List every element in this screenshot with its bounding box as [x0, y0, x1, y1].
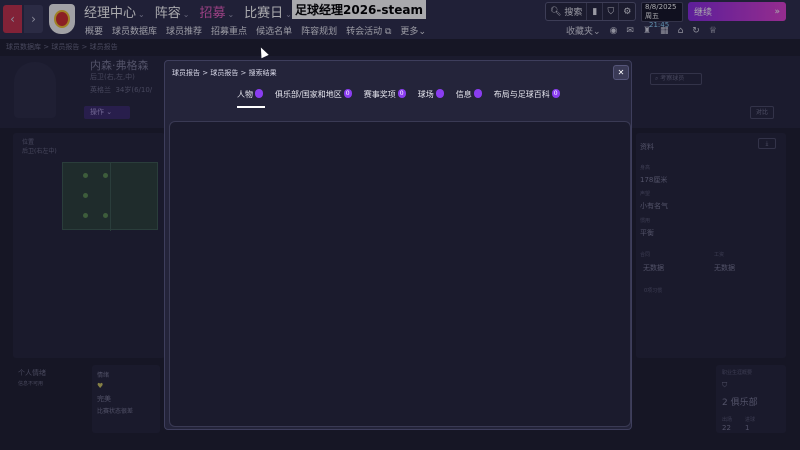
search-results-modal: 球员报告 > 球员报告 > 搜索结果 ✕ 人物 俱乐部/国家和地区 0 赛事奖项 0…: [164, 60, 632, 430]
close-button[interactable]: ✕: [613, 65, 629, 80]
tab-count-badge: 0: [397, 89, 406, 98]
tab-count-badge: 0: [551, 89, 560, 98]
close-icon: ✕: [617, 68, 625, 77]
tab-info[interactable]: 信息: [456, 89, 482, 105]
app-root: ‹ › 经理中心⌄ 阵容⌄ 招募⌄ 比赛日⌄ 俱 足球经理2026-steam …: [0, 0, 800, 450]
tab-count-badge: [473, 89, 482, 98]
tab-count-badge: [435, 89, 444, 98]
tab-count-badge: [255, 89, 263, 98]
results-tabs: 人物 俱乐部/国家和地区 0 赛事奖项 0 球场 信息 布局与足球百科 0: [237, 89, 572, 108]
tab-competitions[interactable]: 赛事奖项 0: [364, 89, 406, 105]
tab-people[interactable]: 人物: [237, 89, 265, 108]
results-list[interactable]: [169, 121, 631, 427]
modal-breadcrumb: 球员报告 > 球员报告 > 搜索结果: [172, 69, 277, 77]
tab-layout-wiki[interactable]: 布局与足球百科 0: [494, 89, 560, 105]
tab-clubs-nations[interactable]: 俱乐部/国家和地区 0: [275, 89, 352, 105]
tab-stadiums[interactable]: 球场: [418, 89, 444, 105]
tab-count-badge: 0: [343, 89, 352, 98]
